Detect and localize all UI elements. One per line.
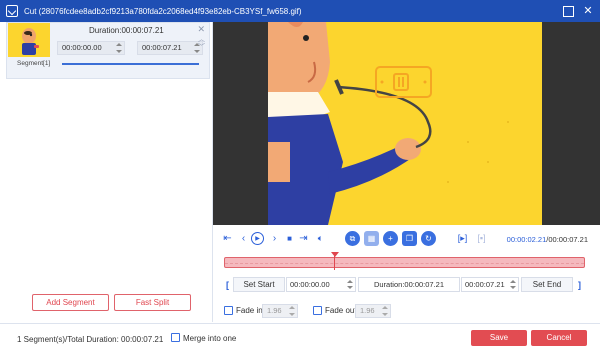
segment-list-panel: Duration:00:00:07.21 00:00:00.00 00:00:0… (0, 22, 213, 322)
segment-card[interactable]: Duration:00:00:07.21 00:00:00.00 00:00:0… (6, 22, 210, 79)
copy-segment-icon[interactable]: ⧉ (345, 231, 360, 246)
video-frame[interactable] (268, 22, 542, 225)
fade-out-checkbox[interactable] (313, 306, 322, 315)
segment-range-bar (62, 63, 199, 65)
spinner-icon[interactable] (116, 43, 122, 53)
cut-app-icon (6, 5, 18, 17)
start-time-value: 00:00:00.00 (290, 280, 330, 289)
stop-icon[interactable]: ■ (283, 232, 296, 245)
segment-thumbnail (8, 23, 50, 57)
fade-out-field[interactable]: 1.96 (355, 304, 391, 318)
fade-in-checkbox[interactable] (224, 306, 233, 315)
add-icon[interactable]: + (383, 231, 398, 246)
merge-checkbox[interactable] (171, 333, 180, 342)
duration-field: Duration:00:00:07.21 (358, 277, 460, 292)
add-segment-button[interactable]: Add Segment (32, 294, 109, 311)
save-button[interactable]: Save (471, 330, 527, 346)
maximize-icon[interactable] (562, 5, 574, 17)
segment-start-value: 00:00:00.00 (62, 43, 102, 52)
reset-icon[interactable]: ↻ (421, 231, 436, 246)
segment-end-field[interactable]: 00:00:07.21 (137, 41, 203, 55)
segment-summary: 1 Segment(s)/Total Duration: 00:00:07.21 (17, 335, 164, 344)
merge-label: Merge into one (183, 334, 237, 343)
player-controls: ⇤ ‹ ▶ › ■ ⇥ 🔈︎ ⧉ ▦ + ❐ ↻ [▸] [▪] 00:00:0… (213, 228, 600, 250)
spinner-icon[interactable] (510, 279, 516, 290)
footer-bar: 1 Segment(s)/Total Duration: 00:00:07.21… (0, 323, 600, 356)
fast-split-button[interactable]: Fast Split (114, 294, 191, 311)
close-icon[interactable]: ✕ (582, 5, 594, 17)
end-time-field[interactable]: 00:00:07.21 (461, 277, 519, 292)
segment-duration: Duration:00:00:07.21 (89, 26, 164, 35)
spinner-icon[interactable] (382, 306, 388, 316)
fade-out-label: Fade out (325, 306, 357, 315)
video-preview (213, 22, 600, 225)
move-down-icon[interactable]: ﹀ (198, 42, 205, 52)
split-icon[interactable]: ▦ (364, 231, 379, 246)
previous-frame-icon[interactable]: ‹ (237, 232, 250, 245)
segment-end-value: 00:00:07.21 (142, 43, 182, 52)
cancel-button[interactable]: Cancel (531, 330, 587, 346)
set-start-button[interactable]: Set Start (233, 277, 285, 292)
volume-icon[interactable]: 🔈︎ (314, 232, 327, 245)
play-icon[interactable]: ▶ (251, 232, 264, 245)
timeline-ticks (225, 263, 584, 264)
end-time-value: 00:00:07.21 (465, 280, 505, 289)
end-bracket-icon: ] (578, 280, 581, 290)
fade-in-field[interactable]: 1.96 (262, 304, 298, 318)
duplicate-icon[interactable]: ❐ (402, 231, 417, 246)
segment-start-field[interactable]: 00:00:00.00 (57, 41, 125, 55)
timeline-track[interactable] (224, 257, 585, 268)
title-bar: Cut (28076fcdee8adb2cf9213a780fda2c2068e… (0, 0, 600, 22)
spinner-icon[interactable] (347, 279, 353, 290)
set-end-button[interactable]: Set End (521, 277, 573, 292)
playhead[interactable] (331, 252, 339, 270)
fade-out-value: 1.96 (360, 306, 375, 315)
current-time: 00:00:02.21 (506, 235, 547, 244)
total-time: /00:00:07.21 (546, 235, 588, 244)
start-bracket-icon: [ (226, 280, 229, 290)
skip-to-start-icon[interactable]: ⇤ (221, 232, 234, 245)
fade-in-label: Fade in (236, 306, 263, 315)
spinner-icon[interactable] (289, 306, 295, 316)
time-readout: 00:00:02.21/00:00:07.21 (507, 235, 588, 244)
mark-out-icon[interactable]: [▪] (475, 232, 488, 245)
fade-in-value: 1.96 (267, 306, 282, 315)
segment-label: Segment[1] (17, 60, 51, 67)
mark-in-icon[interactable]: [▸] (456, 232, 469, 245)
window-title: Cut (28076fcdee8adb2cf9213a780fda2c2068e… (24, 6, 302, 16)
next-frame-icon[interactable]: › (268, 232, 281, 245)
start-time-field[interactable]: 00:00:00.00 (286, 277, 356, 292)
skip-to-end-icon[interactable]: ⇥ (297, 232, 310, 245)
